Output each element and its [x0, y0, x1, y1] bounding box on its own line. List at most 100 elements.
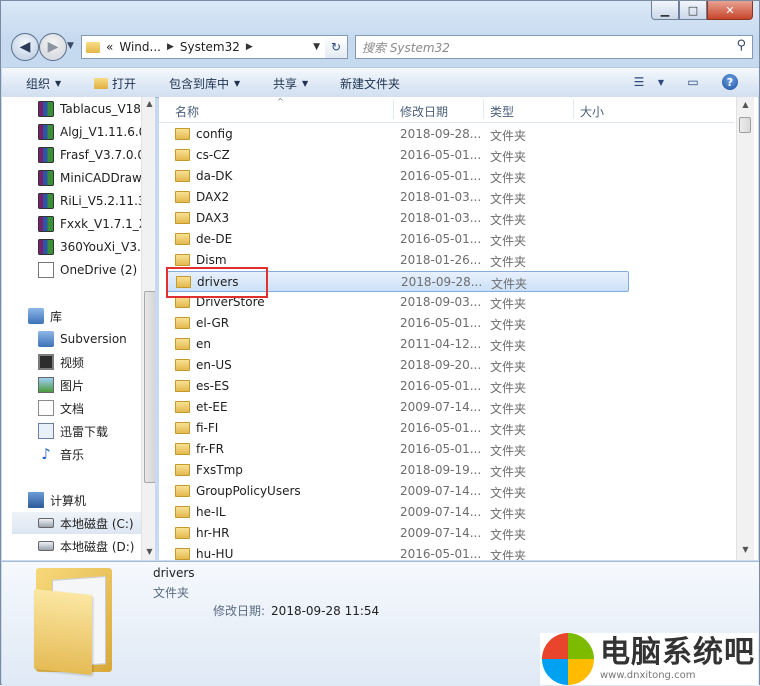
file-row[interactable]: fi-FI 2016-05-01... 文件夹	[167, 418, 629, 439]
new-folder-button[interactable]: 新建文件夹	[340, 75, 400, 92]
nav-item-label: RiLi_V5.2.11.3	[60, 194, 146, 208]
nav-item-videos[interactable]: 视频	[38, 351, 155, 373]
breadcrumb-separator-icon[interactable]: ▶	[246, 42, 253, 52]
file-name: en	[196, 337, 211, 351]
file-row[interactable]: GroupPolicyUsers 2009-07-14... 文件夹	[167, 481, 629, 502]
view-options-dropdown[interactable]: ▼	[651, 73, 671, 91]
file-type: 文件夹	[490, 234, 527, 248]
file-name: FxsTmp	[196, 463, 243, 477]
column-divider[interactable]	[393, 99, 394, 119]
help-button[interactable]: ?	[720, 73, 740, 91]
file-type: 文件夹	[490, 150, 527, 164]
breadcrumb-overflow[interactable]: «	[106, 40, 113, 54]
nav-item-archive[interactable]: 360YouXi_V3.	[38, 236, 155, 258]
scroll-down-icon[interactable]: ▼	[737, 545, 754, 554]
open-button[interactable]: 打开	[94, 75, 136, 92]
file-row[interactable]: DAX3 2018-01-03... 文件夹	[167, 208, 629, 229]
search-icon[interactable]: ⚲	[736, 38, 746, 53]
logo-quadrant	[568, 659, 594, 685]
file-row[interactable]: en 2011-04-12... 文件夹	[167, 334, 629, 355]
nav-item-drive-d[interactable]: 本地磁盘 (D:)	[38, 535, 155, 557]
file-type: 文件夹	[490, 213, 527, 227]
organize-menu[interactable]: 组织 ▼	[26, 75, 61, 92]
include-in-library-menu[interactable]: 包含到库中 ▼	[169, 75, 240, 92]
maximize-icon: □	[687, 3, 699, 17]
scroll-down-icon[interactable]: ▼	[142, 547, 155, 556]
address-bar[interactable]: « Wind... ▶ System32 ▶ ▼	[81, 35, 327, 59]
logo-quadrant	[568, 633, 594, 659]
file-row[interactable]: da-DK 2016-05-01... 文件夹	[167, 166, 629, 187]
scroll-up-icon[interactable]: ▲	[737, 100, 754, 109]
nav-item-libraries[interactable]: 库	[28, 305, 155, 327]
nav-item-archive[interactable]: Fxxk_V1.7.1_X	[38, 213, 155, 235]
column-modified[interactable]: 修改日期	[400, 103, 448, 120]
file-type: 文件夹	[490, 507, 527, 521]
recent-pages-dropdown[interactable]: ▼	[67, 41, 74, 51]
file-row[interactable]: el-GR 2016-05-01... 文件夹	[167, 313, 629, 334]
file-name: de-DE	[196, 232, 233, 246]
file-name: fi-FI	[196, 421, 219, 435]
back-button[interactable]: ◀	[11, 33, 39, 61]
file-row[interactable]: hr-HR 2009-07-14... 文件夹	[167, 523, 629, 544]
scroll-up-icon[interactable]: ▲	[142, 99, 155, 108]
folder-preview-icon	[34, 568, 112, 676]
breadcrumb-windows[interactable]: Wind...	[119, 40, 161, 54]
column-name[interactable]: 名称	[175, 103, 199, 120]
nav-item-pictures[interactable]: 图片	[38, 374, 155, 396]
column-size[interactable]: 大小	[580, 103, 604, 120]
nav-item-label: 360YouXi_V3.	[60, 240, 141, 254]
watermark-text: 电脑系统吧	[600, 635, 755, 670]
breadcrumb-system32[interactable]: System32	[180, 40, 240, 54]
preview-pane-button[interactable]: ▭	[683, 73, 703, 91]
file-modified-date: 2018-01-26...	[400, 253, 482, 267]
refresh-button[interactable]: ↻	[325, 35, 348, 59]
file-row[interactable]: he-IL 2009-07-14... 文件夹	[167, 502, 629, 523]
file-modified-date: 2018-09-28...	[400, 127, 482, 141]
file-row[interactable]: FxsTmp 2018-09-19... 文件夹	[167, 460, 629, 481]
column-divider[interactable]	[483, 99, 484, 119]
open-label: 打开	[112, 77, 137, 91]
nav-item-computer[interactable]: 计算机	[28, 489, 155, 511]
breadcrumb-separator-icon[interactable]: ▶	[167, 42, 174, 52]
file-list-scrollbar[interactable]: ▲ ▼	[736, 97, 754, 560]
nav-item-downloads[interactable]: 迅雷下载	[38, 420, 155, 442]
file-row[interactable]: fr-FR 2016-05-01... 文件夹	[167, 439, 629, 460]
file-row[interactable]: cs-CZ 2016-05-01... 文件夹	[167, 145, 629, 166]
address-dropdown-icon[interactable]: ▼	[313, 42, 320, 52]
nav-item-onedrive[interactable]: OneDrive (2)	[38, 259, 155, 281]
file-list: ^ 名称 修改日期 类型 大小 config 2018-09-28... 文件夹 cs…	[159, 97, 758, 560]
nav-item-archive[interactable]: Tablacus_V18	[38, 98, 155, 120]
arrow-left-icon: ◀	[19, 39, 31, 55]
nav-item-archive[interactable]: Frasf_V3.7.0.0	[38, 144, 155, 166]
file-row[interactable]: es-ES 2016-05-01... 文件夹	[167, 376, 629, 397]
share-menu[interactable]: 共享 ▼	[273, 75, 308, 92]
nav-item-drive-c[interactable]: 本地磁盘 (C:)	[12, 512, 142, 534]
folder-icon	[175, 317, 190, 329]
column-divider[interactable]	[573, 99, 574, 119]
nav-item-documents[interactable]: 文档	[38, 397, 155, 419]
file-row[interactable]: DAX2 2018-01-03... 文件夹	[167, 187, 629, 208]
nav-item-subversion[interactable]: Subversion	[38, 328, 155, 350]
file-row[interactable]: et-EE 2009-07-14... 文件夹	[167, 397, 629, 418]
folder-icon	[175, 254, 190, 266]
minimize-button[interactable]: ▁	[651, 1, 679, 20]
column-type[interactable]: 类型	[490, 103, 514, 120]
nav-scroll-thumb[interactable]	[144, 291, 155, 483]
file-row[interactable]: en-US 2018-09-20... 文件夹	[167, 355, 629, 376]
file-row[interactable]: de-DE 2016-05-01... 文件夹	[167, 229, 629, 250]
nav-item-archive[interactable]: RiLi_V5.2.11.3	[38, 190, 155, 212]
search-input[interactable]: 搜索 System32 ⚲	[355, 35, 753, 59]
file-list-scroll-thumb[interactable]	[739, 117, 751, 133]
nav-item-label: 迅雷下载	[60, 424, 109, 439]
nav-item-archive[interactable]: MiniCADDraw	[38, 167, 155, 189]
close-button[interactable]: ✕	[707, 1, 753, 20]
nav-item-music[interactable]: ♪ 音乐	[38, 443, 155, 465]
file-modified-date: 2009-07-14...	[400, 400, 482, 414]
file-row[interactable]: hu-HU 2016-05-01... 文件夹	[167, 544, 629, 560]
nav-item-archive[interactable]: Algj_V1.11.6.0	[38, 121, 155, 143]
forward-button[interactable]: ▶	[39, 33, 67, 61]
nav-scrollbar[interactable]: ▲ ▼	[141, 97, 155, 560]
view-options-button[interactable]: ☰	[629, 73, 649, 91]
maximize-button[interactable]: □	[679, 1, 707, 20]
file-row[interactable]: config 2018-09-28... 文件夹	[167, 124, 629, 145]
